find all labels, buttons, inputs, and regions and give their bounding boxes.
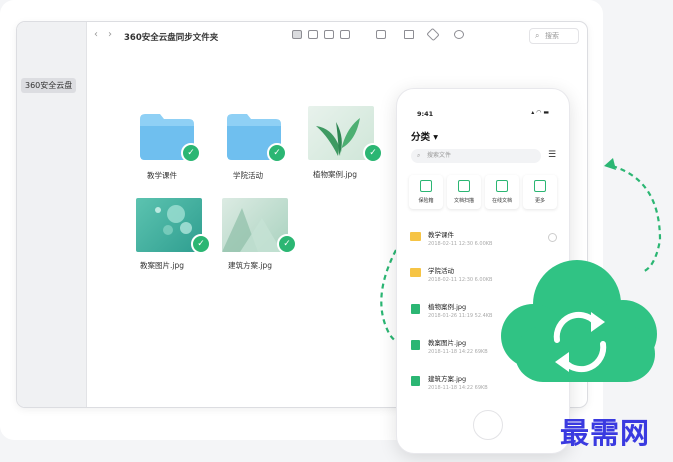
more-button[interactable]: 更多 (523, 175, 557, 209)
list-item-meta: 2018-11-18 14:22 69KB (428, 349, 488, 355)
sort-menu-icon[interactable]: ☰ (548, 150, 556, 160)
list-item-meta: 2018-02-11 12:30 6.00KB (428, 277, 493, 283)
phone-home-button[interactable] (473, 410, 503, 440)
signal-wifi-battery-icon: ▴ ◠ ▬ (531, 109, 549, 116)
category-dropdown[interactable]: 分类 ▾ (411, 129, 438, 143)
doc-scan-button[interactable]: 文档扫描 (447, 175, 481, 209)
cloud-sync-icon (501, 260, 657, 382)
select-radio[interactable] (548, 233, 557, 242)
phone-time: 9:41 (417, 110, 434, 118)
list-item-meta: 2018-02-11 12:30 6.00KB (428, 241, 493, 247)
action-label: 更多 (534, 198, 545, 204)
list-item-name: 植物案例.jpg (428, 303, 467, 311)
image-file-icon (411, 340, 420, 350)
list-item-name: 教学课件 (428, 231, 454, 239)
image-file-icon (411, 376, 420, 386)
vault-button[interactable]: 保险箱 (409, 175, 443, 209)
phone-search-input[interactable]: ⌕ 搜索文件 (411, 149, 541, 163)
scan-icon (458, 180, 470, 192)
folder-icon (410, 232, 421, 241)
action-label: 文档扫描 (453, 198, 474, 204)
phone-search-placeholder: 搜索文件 (427, 152, 452, 159)
action-label: 保险箱 (418, 198, 434, 204)
folder-icon (410, 268, 421, 277)
watermark-logo: 最需网 (560, 416, 651, 450)
list-item[interactable]: 教学课件 2018-02-11 12:30 6.00KB (397, 221, 569, 257)
safe-icon (420, 180, 432, 192)
online-doc-button[interactable]: 在线文档 (485, 175, 519, 209)
sync-arrows-icon (380, 158, 662, 373)
search-icon: ⌕ (417, 152, 421, 159)
document-icon (496, 180, 508, 192)
list-item-name: 学院活动 (428, 267, 454, 275)
grid-icon (534, 180, 546, 192)
action-label: 在线文档 (491, 198, 512, 204)
list-item-name: 建筑方案.jpg (428, 375, 467, 383)
list-item-name: 教案图片.jpg (428, 339, 467, 347)
image-file-icon (411, 304, 420, 314)
list-item-meta: 2018-11-18 14:22 69KB (428, 385, 488, 391)
list-item-meta: 2018-01-26 11:19 52.4KB (428, 313, 493, 319)
